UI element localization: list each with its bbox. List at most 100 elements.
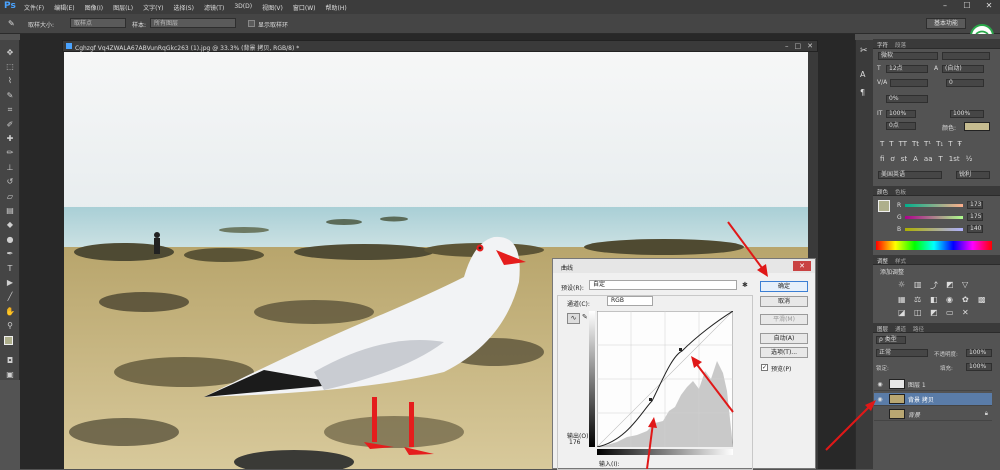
tab-paragraph[interactable]: 段落 <box>895 41 906 49</box>
lookup-icon[interactable]: ▩ <box>978 295 990 304</box>
shape-tool-icon[interactable]: ╱ <box>4 291 16 303</box>
lasso-tool-icon[interactable]: ⌇ <box>4 75 16 87</box>
history-brush-icon[interactable]: ↺ <box>4 176 16 188</box>
path-select-icon[interactable]: ▶ <box>4 276 16 288</box>
show-ring-checkbox[interactable] <box>248 20 255 27</box>
baseline-input[interactable]: 0点 <box>886 122 916 130</box>
menu-item[interactable]: 文字(Y) <box>143 3 163 12</box>
workspace-select[interactable]: 基本功能 <box>926 18 966 29</box>
curves-icon[interactable]: ⤴ <box>930 280 942 291</box>
paragraph-panel-icon[interactable]: ¶ <box>860 88 865 97</box>
preview-checkbox[interactable]: ✓ <box>761 364 768 371</box>
menu-item[interactable]: 窗口(W) <box>293 3 316 12</box>
options-button[interactable]: 选项(T)... <box>760 347 808 358</box>
bw-icon[interactable]: ◧ <box>930 295 942 304</box>
g-slider[interactable] <box>905 216 963 219</box>
blur-tool-icon[interactable]: ◆ <box>4 219 16 231</box>
gradient-tool-icon[interactable]: ▤ <box>4 204 16 216</box>
r-slider[interactable] <box>905 204 963 207</box>
levels-icon[interactable]: ▥ <box>914 280 926 291</box>
move-tool-icon[interactable]: ✥ <box>4 46 16 58</box>
eraser-tool-icon[interactable]: ▱ <box>4 190 16 202</box>
channel-select[interactable]: RGB <box>607 296 653 306</box>
font-size-select[interactable]: 12点 <box>886 65 928 73</box>
preset-select[interactable]: 自定 <box>589 280 737 290</box>
eyedropper-tool-icon[interactable]: ✎ <box>8 19 20 29</box>
text-color-swatch[interactable] <box>964 122 990 131</box>
quick-mask-icon[interactable]: ◘ <box>4 354 16 366</box>
smooth-button[interactable]: 平滑(M) <box>760 314 808 325</box>
faux-bold-button[interactable]: T <box>880 140 884 148</box>
sample-size-select[interactable]: 取样点 <box>70 18 126 28</box>
marquee-tool-icon[interactable]: ⬚ <box>4 60 16 72</box>
dialog-close-button[interactable]: ✕ <box>793 261 811 271</box>
screen-mode-icon[interactable]: ▣ <box>4 368 16 380</box>
scale-select[interactable]: 0% <box>886 95 928 103</box>
menu-item[interactable]: 编辑(E) <box>54 3 74 12</box>
doc-restore-button[interactable]: □ <box>795 42 802 50</box>
tab-swatches[interactable]: 色板 <box>895 188 906 196</box>
ligature-button[interactable]: fi <box>880 155 884 163</box>
titling-button[interactable]: aa <box>924 155 933 163</box>
tracking-select[interactable]: 0 <box>946 79 984 87</box>
fractions-button[interactable]: 1st <box>949 155 960 163</box>
tab-channels[interactable]: 通道 <box>895 325 906 333</box>
menu-item[interactable]: 图层(L) <box>113 3 133 12</box>
subscript-button[interactable]: T₁ <box>936 140 943 148</box>
color-spectrum-bar[interactable] <box>876 241 992 250</box>
tab-paths[interactable]: 路径 <box>913 325 924 333</box>
small-caps-button[interactable]: Tt <box>912 140 919 148</box>
faux-italic-button[interactable]: T <box>889 140 893 148</box>
tab-character[interactable]: 字符 <box>877 41 888 49</box>
color-balance-icon[interactable]: ⚖ <box>914 295 926 304</box>
language-select[interactable]: 美国英语 <box>878 171 942 179</box>
dodge-tool-icon[interactable]: ● <box>4 233 16 245</box>
menu-item[interactable]: 图像(I) <box>85 3 103 12</box>
old-style-button[interactable]: ơ <box>890 155 894 163</box>
eye-icon[interactable]: ◉ <box>874 381 886 388</box>
layer-row[interactable]: ◉ 图层 1 <box>874 378 992 391</box>
curve-edit-icon[interactable]: ∿ <box>567 313 580 324</box>
curves-graph[interactable] <box>596 310 734 448</box>
character-panel-icon[interactable]: A <box>860 70 865 79</box>
leading-select[interactable]: (自动) <box>942 65 984 73</box>
layer-row-selected[interactable]: ◉ 背景 拷贝 <box>874 393 992 406</box>
menu-item[interactable]: 滤镜(T) <box>204 3 224 12</box>
hue-icon[interactable]: ▦ <box>898 295 910 304</box>
posterize-icon[interactable]: ◫ <box>914 308 926 317</box>
type-tool-icon[interactable]: T <box>4 262 16 274</box>
layer-row[interactable]: 背景 🔒︎ <box>874 408 992 421</box>
tools-icon[interactable]: ✂ <box>860 46 868 56</box>
maximize-button[interactable]: ☐ <box>958 1 976 11</box>
stylistic-button[interactable]: A <box>913 155 918 163</box>
foreground-color-swatch[interactable] <box>878 200 890 212</box>
tab-color[interactable]: 颜色 <box>877 188 888 196</box>
fill-input[interactable]: 100% <box>966 363 992 371</box>
exposure-icon[interactable]: ◩ <box>946 280 958 291</box>
kerning-select[interactable] <box>890 79 928 87</box>
photo-filter-icon[interactable]: ◉ <box>946 295 958 304</box>
channel-mixer-icon[interactable]: ✿ <box>962 295 974 304</box>
antialias-select[interactable]: 锐利 <box>956 171 990 179</box>
b-value[interactable]: 140 <box>967 225 983 233</box>
font-style-select[interactable] <box>942 52 990 60</box>
eye-icon[interactable]: ◉ <box>874 396 886 403</box>
layer-filter-select[interactable]: ρ 类型 <box>876 336 906 344</box>
close-window-button[interactable]: ✕ <box>980 1 998 11</box>
hand-tool-icon[interactable]: ✋ <box>4 305 16 317</box>
threshold-icon[interactable]: ◩ <box>930 308 942 317</box>
menu-item[interactable]: 视图(V) <box>262 3 283 12</box>
zoom-tool-icon[interactable]: ⚲ <box>4 320 16 332</box>
swash-button[interactable]: st <box>901 155 907 163</box>
superscript-button[interactable]: T¹ <box>924 140 931 148</box>
opacity-input[interactable]: 100% <box>966 349 992 357</box>
ok-button[interactable]: 确定 <box>760 281 808 292</box>
strikethrough-button[interactable]: Ŧ <box>958 140 962 148</box>
doc-minimize-button[interactable]: – <box>785 42 789 50</box>
menu-item[interactable]: 选择(S) <box>173 3 194 12</box>
foreground-color-swatch[interactable] <box>4 336 13 345</box>
sample-select[interactable]: 所有图层 <box>150 18 236 28</box>
doc-close-button[interactable]: ✕ <box>807 42 813 50</box>
stamp-tool-icon[interactable]: ⊥ <box>4 161 16 173</box>
vibrance-icon[interactable]: ▽ <box>962 280 974 291</box>
